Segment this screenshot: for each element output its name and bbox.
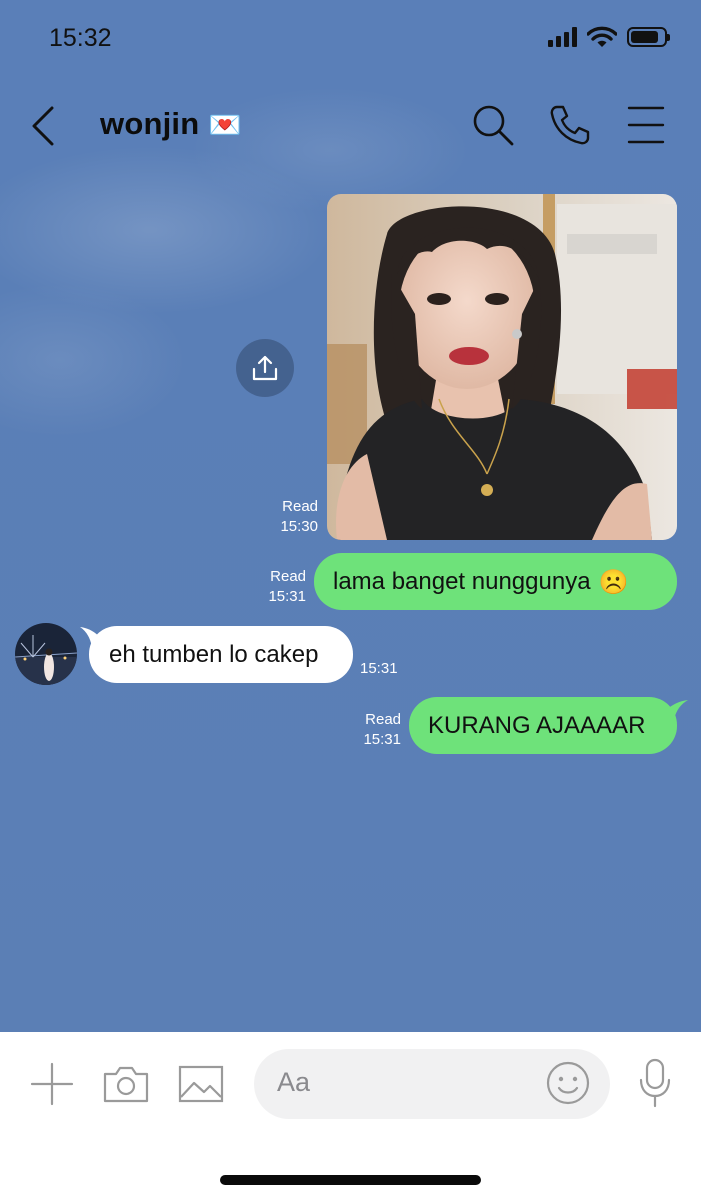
avatar-image	[15, 623, 77, 685]
emoji-icon	[546, 1061, 590, 1105]
search-icon	[473, 105, 514, 146]
share-button[interactable]	[236, 339, 294, 397]
voice-message-button[interactable]	[639, 1058, 671, 1113]
add-button[interactable]	[30, 1062, 74, 1111]
chat-title[interactable]: wonjin 💌	[100, 106, 242, 142]
message-time: 15:30	[280, 518, 318, 535]
back-button[interactable]	[26, 104, 66, 148]
bubble-tail	[664, 700, 688, 720]
home-indicator	[220, 1175, 481, 1185]
message-text: lama banget nunggunya	[333, 567, 591, 595]
message-meta: Read 15:30	[268, 497, 318, 537]
cellular-signal-icon	[548, 27, 577, 47]
battery-level	[631, 31, 658, 43]
message-bubble-outgoing[interactable]: KURANG AJAAAAR	[409, 697, 677, 754]
envelope-heart-icon: 💌	[208, 110, 243, 141]
microphone-icon	[639, 1058, 671, 1108]
selfie-photo-image	[327, 194, 677, 540]
read-status: Read	[365, 711, 401, 728]
back-icon	[32, 106, 54, 146]
contact-name: wonjin	[100, 106, 200, 141]
message-text: eh tumben lo cakep	[109, 640, 319, 668]
message-time: 15:31	[363, 731, 401, 748]
message-bubble-outgoing[interactable]: lama banget nunggunya ☹️	[314, 553, 677, 610]
read-status: Read	[270, 568, 306, 585]
read-status: Read	[282, 498, 318, 515]
message-text: KURANG AJAAAAR	[428, 711, 646, 739]
photo-message[interactable]	[327, 194, 677, 540]
camera-button[interactable]	[102, 1064, 150, 1109]
wifi-icon	[587, 26, 617, 47]
message-time: 15:31	[268, 588, 306, 605]
message-bubble-incoming[interactable]: eh tumben lo cakep	[89, 626, 353, 683]
image-icon	[178, 1065, 224, 1103]
gallery-button[interactable]	[178, 1065, 224, 1108]
message-time: 15:31	[360, 660, 398, 677]
status-time: 15:32	[49, 24, 112, 52]
message-input-placeholder: Aa	[277, 1067, 311, 1097]
search-button[interactable]	[470, 102, 516, 148]
plus-icon	[30, 1062, 74, 1106]
emoji-button[interactable]	[545, 1060, 591, 1111]
message-meta: 15:31	[360, 659, 398, 679]
battery-icon	[627, 27, 670, 47]
status-icons	[548, 26, 670, 48]
voice-call-button[interactable]	[547, 102, 593, 148]
contact-avatar[interactable]	[15, 623, 77, 685]
share-icon	[252, 355, 278, 381]
camera-icon	[103, 1066, 149, 1103]
message-meta: Read 15:31	[256, 567, 306, 607]
message-meta: Read 15:31	[351, 710, 401, 750]
phone-icon	[550, 105, 590, 145]
menu-button[interactable]	[624, 102, 670, 148]
menu-icon	[627, 106, 665, 144]
frowning-face-emoji: ☹️	[598, 567, 629, 596]
